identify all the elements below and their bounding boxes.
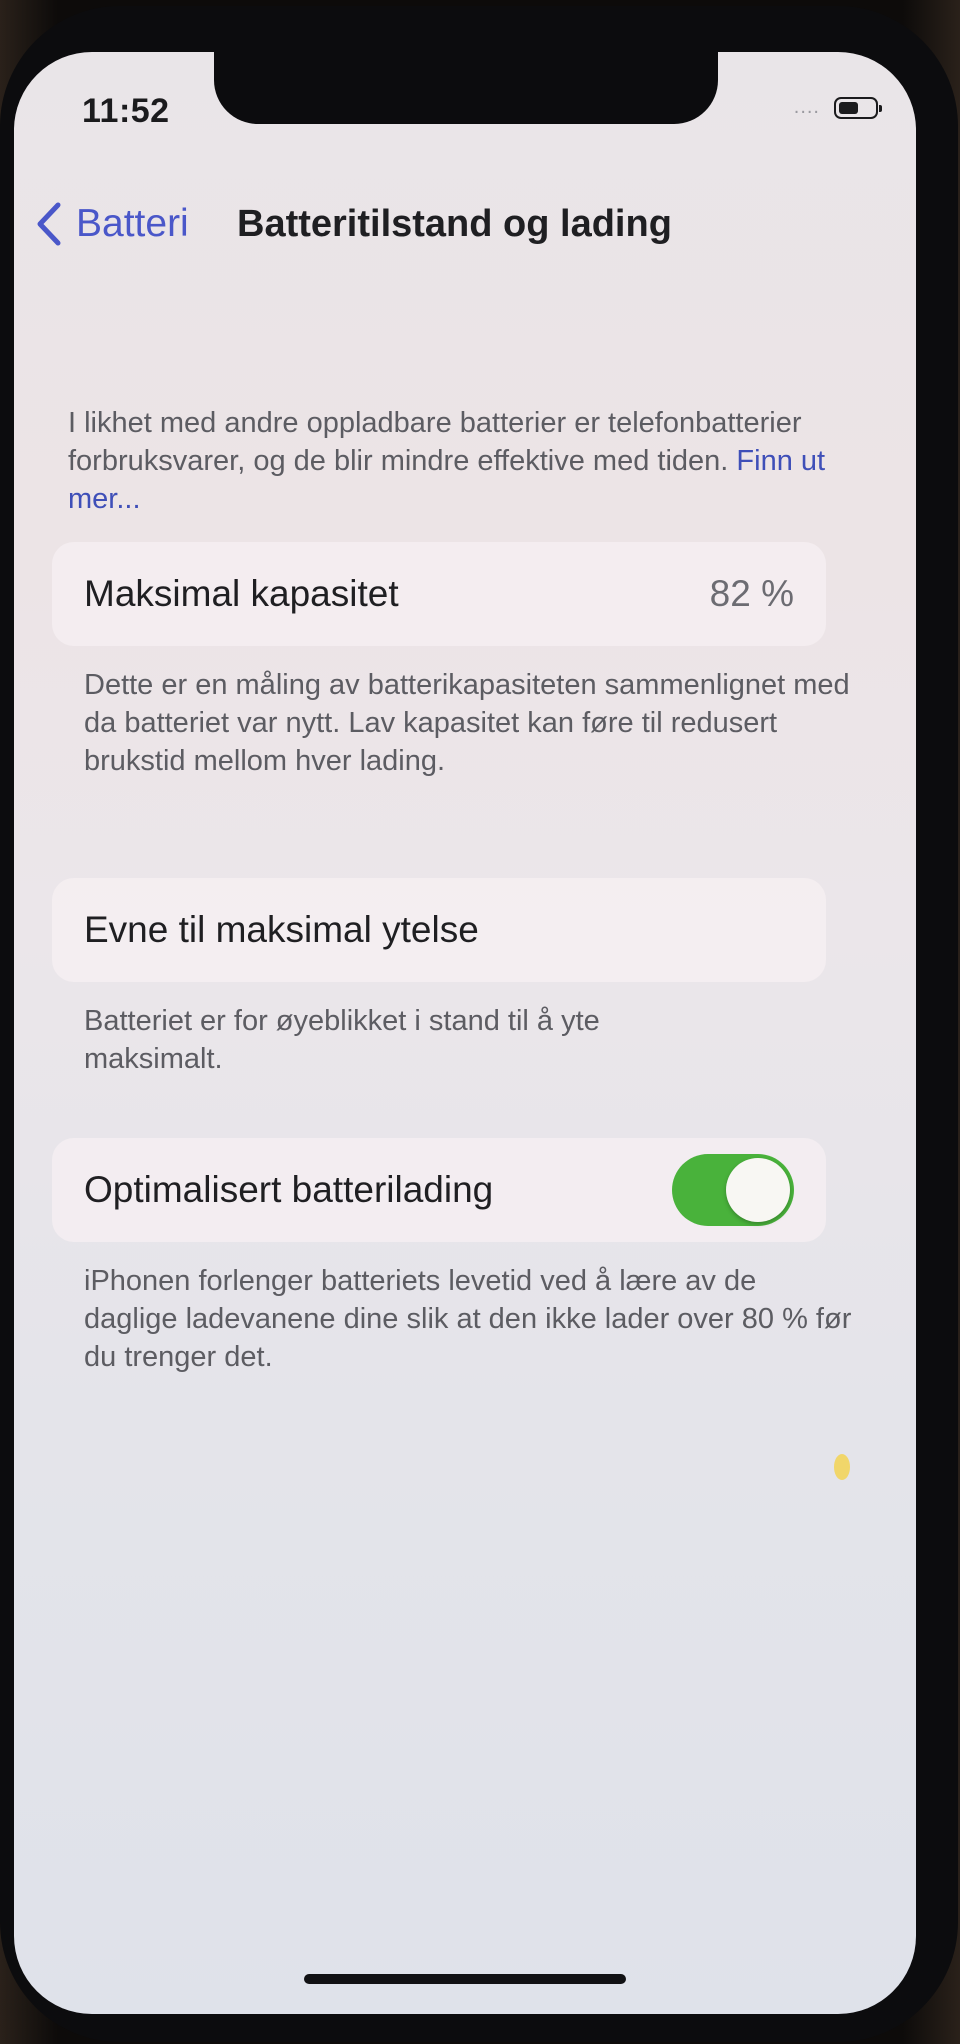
optimized-charging-note: iPhonen forlenger batteriets levetid ved…: [84, 1265, 852, 1373]
status-icons: ....: [793, 96, 882, 119]
notch: [214, 52, 718, 124]
performance-note: Batteriet er for øyeblikket i stand til …: [84, 1005, 600, 1075]
page-title: Batteritilstand og lading: [237, 203, 672, 245]
optimized-charging-label: Optimalisert batterilading: [84, 1169, 494, 1210]
chevron-left-icon: [37, 202, 61, 246]
performance-label: Evne til maksimal ytelse: [84, 909, 479, 950]
optimized-charging-row: Optimalisert batterilading: [52, 1138, 826, 1242]
intro-body: I likhet med andre oppladbare batterier …: [68, 407, 802, 477]
capacity-row: Maksimal kapasitet 82 %: [52, 542, 826, 646]
light-reflection: [834, 1454, 850, 1480]
home-indicator[interactable]: [304, 1974, 626, 1984]
capacity-note: Dette er en måling av batterikapasiteten…: [84, 669, 850, 777]
phone-screen: 11:52 .... Batteri Batteritilstand og la…: [14, 52, 916, 2014]
phone-frame: 11:52 .... Batteri Batteritilstand og la…: [0, 6, 958, 2042]
back-button-label: Batteri: [76, 202, 189, 245]
back-button[interactable]: Batteri: [34, 188, 189, 260]
capacity-label: Maksimal kapasitet: [84, 573, 399, 614]
capacity-value: 82 %: [709, 573, 794, 614]
signal-icon: ....: [793, 96, 820, 118]
battery-level: [839, 101, 858, 114]
navigation-bar: Batteri Batteritilstand og lading: [14, 188, 916, 268]
status-time: 11:52: [82, 92, 170, 130]
optimized-charging-toggle[interactable]: [672, 1154, 794, 1226]
battery-icon: [834, 96, 882, 119]
performance-row: Evne til maksimal ytelse: [52, 878, 826, 982]
toggle-knob: [726, 1158, 790, 1222]
intro-text: I likhet med andre oppladbare batterier …: [68, 404, 848, 518]
